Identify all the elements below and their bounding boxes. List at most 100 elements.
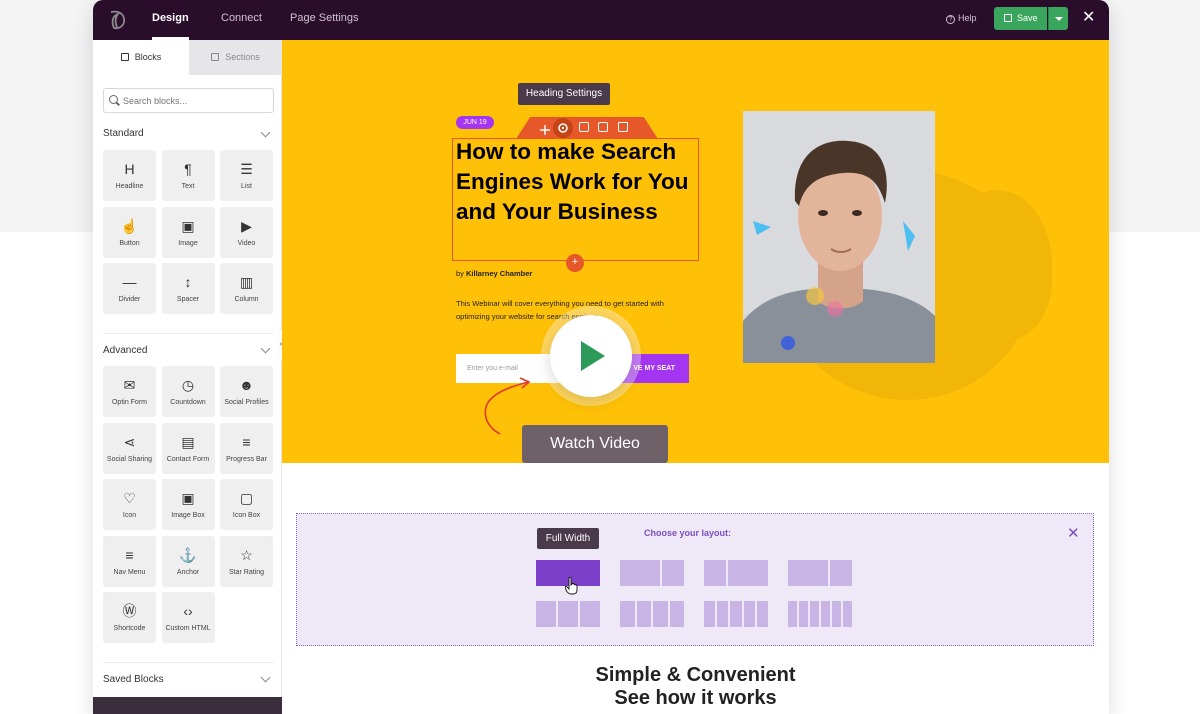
tab-design[interactable]: Design (152, 0, 189, 40)
headline-icon: H (124, 161, 135, 177)
block-tile-star-rating[interactable]: ☆ Star Rating (220, 535, 273, 587)
block-tile-image[interactable]: ▣ Image (161, 206, 215, 258)
layout-column-cell[interactable] (832, 601, 841, 627)
block-tile-column[interactable]: ▥ Column (220, 263, 273, 314)
search-input[interactable] (103, 88, 274, 113)
author-name: Killarney Chamber (466, 269, 533, 278)
save-button[interactable]: Save (994, 7, 1047, 30)
block-tile-label: Star Rating (228, 568, 265, 576)
heading-settings-tooltip: Heading Settings (518, 83, 610, 105)
page-builder-window: Design Connect Page Settings ? Help Save … (93, 0, 1109, 714)
icon-box-icon: ▢ (239, 490, 254, 506)
block-tile-label: Shortcode (113, 625, 146, 632)
watch-video-label[interactable]: Watch Video (522, 425, 668, 463)
block-tile-video[interactable]: ▶ Video (220, 206, 273, 258)
layout-column-cell[interactable] (669, 601, 684, 627)
layout-column-cell[interactable] (788, 601, 797, 627)
layout-column-cell[interactable] (743, 601, 755, 627)
author-line[interactable]: by Killarney Chamber (456, 269, 532, 278)
block-tile-countdown[interactable]: ◷ Countdown (161, 366, 215, 417)
block-tile-custom-html[interactable]: ‹› Custom HTML (161, 592, 215, 643)
block-tile-social-profiles[interactable]: ☻ Social Profiles (220, 366, 273, 417)
layout-column-cell[interactable] (580, 601, 600, 627)
block-tile-button[interactable]: ☝ Button (103, 206, 156, 258)
help-link[interactable]: ? Help (946, 13, 977, 24)
portrait-image[interactable] (743, 111, 935, 363)
block-tile-social-sharing[interactable]: ⋖ Social Sharing (103, 422, 156, 474)
tab-connect[interactable]: Connect (221, 0, 262, 40)
image-box-icon: ▣ (181, 490, 195, 506)
block-tile-label: Custom HTML (165, 625, 211, 632)
layout-column-cell[interactable] (728, 560, 768, 586)
block-tile-divider[interactable]: — Divider (103, 263, 156, 314)
chevron-down-icon[interactable] (260, 343, 271, 354)
layout-column-cell[interactable] (810, 601, 819, 627)
sections-icon (211, 53, 220, 61)
tab-blocks[interactable]: Blocks (93, 40, 189, 75)
layout-column-cell[interactable] (704, 560, 726, 586)
block-tile-label: Contact Form (166, 455, 210, 463)
hero-headline[interactable]: How to make Search Engines Work for You … (456, 137, 696, 227)
trash-icon[interactable] (618, 122, 628, 132)
layout-column-cell[interactable] (636, 601, 651, 627)
tab-sections[interactable]: Sections (189, 40, 282, 75)
layout-column-cell[interactable] (788, 560, 828, 586)
play-video-button[interactable] (550, 315, 632, 397)
save-label: Save (1017, 13, 1038, 23)
block-tile-icon-box[interactable]: ▢ Icon Box (220, 479, 273, 530)
code-icon: ‹› (183, 603, 193, 619)
block-tile-label: Video (237, 239, 256, 247)
group-saved-header[interactable]: Saved Blocks (103, 674, 164, 685)
share-icon: ⋖ (123, 433, 136, 450)
group-standard-header[interactable]: Standard (103, 128, 144, 139)
list-icon: ☰ (240, 161, 253, 177)
tab-blocks-label: Blocks (134, 52, 162, 62)
block-tile-text[interactable]: ¶ Text (161, 150, 215, 201)
block-tile-list[interactable]: ☰ List (220, 150, 273, 201)
close-icon[interactable]: ✕ (1067, 524, 1080, 542)
layout-column-cell[interactable] (620, 560, 660, 586)
block-tile-contact-form[interactable]: ▤ Contact Form (161, 422, 215, 474)
block-tile-spacer[interactable]: ↕ Spacer (161, 263, 215, 314)
close-icon[interactable]: ✕ (1082, 10, 1095, 26)
move-icon[interactable] (540, 122, 550, 135)
layout-column-cell[interactable] (717, 601, 729, 627)
layout-column-cell[interactable] (536, 601, 556, 627)
section-heading-line-2: See how it works (614, 687, 777, 709)
layout-column-cell[interactable] (799, 601, 808, 627)
save-icon[interactable] (579, 122, 589, 132)
layout-column-cell[interactable] (704, 601, 716, 627)
heading-toolbar (516, 117, 658, 139)
layout-column-cell[interactable] (756, 601, 768, 627)
layout-column-cell[interactable] (730, 601, 742, 627)
block-tile-nav-menu[interactable]: ≡ Nav Menu (103, 535, 156, 587)
group-advanced-header[interactable]: Advanced (103, 345, 147, 356)
layout-column-cell[interactable] (620, 601, 635, 627)
gear-icon[interactable] (553, 118, 573, 138)
block-tile-image-box[interactable]: ▣ Image Box (161, 479, 215, 530)
block-tile-optin-form[interactable]: ✉ Optin Form (103, 366, 156, 417)
tab-page-settings[interactable]: Page Settings (290, 0, 359, 40)
add-block-icon[interactable]: + (566, 254, 584, 272)
block-tile-progress-bar[interactable]: ≡ Progress Bar (220, 422, 273, 474)
section-heading[interactable]: Simple & Convenient See how it works (282, 664, 1109, 710)
layout-column-cell[interactable] (558, 601, 578, 627)
block-tile-shortcode[interactable]: Ⓦ Shortcode (103, 592, 156, 643)
block-tile-label: Button (119, 239, 140, 247)
hero-section[interactable]: Heading Settings JUN 19 How to make Sear… (282, 40, 1109, 463)
mail-icon: ✉ (123, 377, 136, 393)
layout-column-cell[interactable] (821, 601, 830, 627)
layout-column-cell[interactable] (843, 601, 852, 627)
chevron-down-icon[interactable] (260, 127, 271, 138)
chevron-down-icon[interactable] (260, 672, 271, 683)
save-dropdown-button[interactable] (1048, 7, 1068, 30)
full-width-tooltip: Full Width (537, 528, 599, 549)
layout-column-cell[interactable] (662, 560, 684, 586)
layout-column-cell[interactable] (830, 560, 852, 586)
duplicate-icon[interactable] (598, 122, 608, 132)
layout-column-cell[interactable] (653, 601, 668, 627)
block-tile-headline[interactable]: H Headline (103, 150, 156, 201)
block-tile-label: Image (178, 239, 198, 247)
block-tile-icon[interactable]: ♡ Icon (103, 479, 156, 530)
block-tile-anchor[interactable]: ⚓ Anchor (161, 535, 215, 587)
